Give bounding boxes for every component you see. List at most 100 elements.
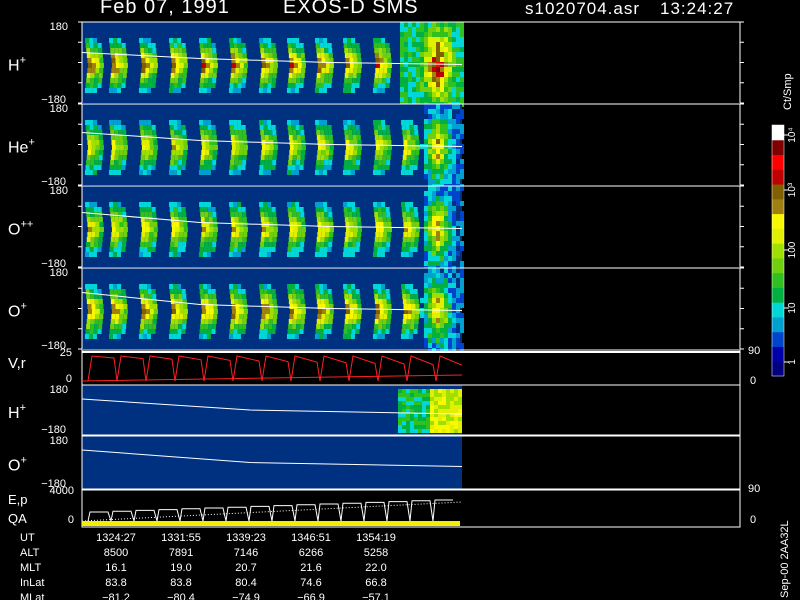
spectrogram-cell (295, 247, 300, 252)
spectrogram-cell (448, 174, 452, 179)
spectrogram-cell (448, 169, 452, 174)
spectrogram-cell (241, 329, 246, 334)
spectrogram-cell (448, 104, 452, 109)
spectrogram-cell (268, 319, 273, 324)
spectrogram-cell (428, 179, 432, 184)
spectrogram-cell (414, 319, 419, 324)
spectrogram-cell (289, 232, 294, 237)
spectrogram-cell (95, 68, 100, 73)
spectrogram-cell (242, 319, 247, 324)
spectrogram-cell (432, 22, 436, 27)
spectrogram-cell (297, 140, 302, 145)
spectrogram-cell (381, 329, 386, 334)
spectrogram-cell (241, 289, 246, 294)
spectrogram-cell (182, 237, 187, 242)
spectrogram-cell (121, 43, 126, 48)
spectrogram-cell (208, 299, 213, 304)
spectrogram-cell (448, 52, 452, 57)
spectrogram-cell (212, 217, 217, 222)
spectrogram-cell (182, 73, 187, 78)
spectrogram-cell (289, 58, 294, 63)
spectrogram-cell (300, 294, 305, 299)
spectrogram-cell (267, 329, 272, 334)
spectrogram-cell (207, 289, 212, 294)
spectrogram-cell (406, 324, 411, 329)
spectrogram-cell (234, 242, 239, 247)
spectrogram-cell (343, 38, 348, 43)
spectrogram-cell (204, 217, 209, 222)
spectrogram-cell (353, 304, 358, 309)
spectrogram-cell (436, 22, 440, 27)
spectrogram-cell (401, 125, 406, 130)
spectrogram-cell (347, 38, 352, 43)
spectrogram-cell (456, 186, 460, 191)
spectrogram-cell (152, 130, 157, 135)
spectrogram-cell (377, 289, 382, 294)
spectrogram-cell (118, 53, 123, 58)
spectrogram-cell (230, 237, 235, 242)
spectrogram-cell (428, 164, 432, 169)
spectrogram-cell (140, 242, 145, 247)
spectrogram-cell (262, 88, 267, 93)
spectrogram-cell (349, 227, 354, 232)
spectrogram-cell (424, 139, 428, 144)
spectrogram-cell (149, 145, 154, 150)
spectrogram-cell (235, 140, 240, 145)
spectrogram-cell (99, 227, 104, 232)
angle-cell (438, 417, 442, 421)
angle-cell (430, 393, 434, 397)
spectrogram-cell (236, 88, 241, 93)
spectrogram-cell (432, 149, 436, 154)
spectrogram-cell (440, 174, 444, 179)
spectrogram-cell (432, 82, 436, 87)
spectrogram-cell (171, 68, 176, 73)
spectrogram-cell (272, 319, 277, 324)
spectrogram-cell (357, 309, 362, 314)
spectrogram-cell (444, 216, 448, 221)
spectrogram-cell (448, 216, 452, 221)
spectrogram-cell (444, 211, 448, 216)
spectrogram-cell (169, 329, 174, 334)
spectrogram-cell (234, 48, 239, 53)
spectrogram-cell (300, 324, 305, 329)
spectrogram-cell (147, 43, 152, 48)
spectrogram-cell (352, 135, 357, 140)
spectrogram-cell (173, 83, 178, 88)
spectrogram-cell (231, 227, 236, 232)
spectrogram-cell (153, 58, 158, 63)
spectrogram-cell (381, 43, 386, 48)
angle-cell (446, 417, 450, 421)
spectrogram-cell (440, 134, 444, 139)
spectrogram-cell (116, 88, 121, 93)
spectrogram-cell (295, 38, 300, 43)
spectrogram-cell (110, 73, 115, 78)
spectrogram-cell (452, 82, 456, 87)
spectrogram-cell (287, 43, 292, 48)
colorbar-tick-label: 10 (787, 302, 798, 314)
spectrogram-cell (401, 289, 406, 294)
spectrogram-cell (401, 284, 406, 289)
spectrogram-cell (460, 164, 464, 169)
spectrogram-cell (110, 324, 115, 329)
spectrogram-cell (436, 42, 440, 47)
ephemeris-value: −74.9 (232, 592, 260, 600)
spectrogram-cell (123, 314, 128, 319)
angle-cell (426, 417, 430, 421)
spectrogram-cell (296, 73, 301, 78)
spectrogram-cell (98, 73, 103, 78)
spectrogram-cell (118, 160, 123, 165)
spectrogram-cell (95, 309, 100, 314)
spectrogram-cell (111, 222, 116, 227)
spectrogram-cell (208, 155, 213, 160)
spectrogram-cell (172, 252, 177, 257)
spectrogram-cell (348, 217, 353, 222)
spectrogram-cell (119, 232, 124, 237)
spectrogram-cell (348, 155, 353, 160)
spectrogram-cell (328, 73, 333, 78)
spectrogram-cell (239, 68, 244, 73)
spectrogram-cell (440, 318, 444, 323)
spectrogram-cell (122, 319, 127, 324)
spectrogram-cell (436, 201, 440, 206)
spectrogram-cell (432, 191, 436, 196)
spectrogram-cell (108, 88, 113, 93)
